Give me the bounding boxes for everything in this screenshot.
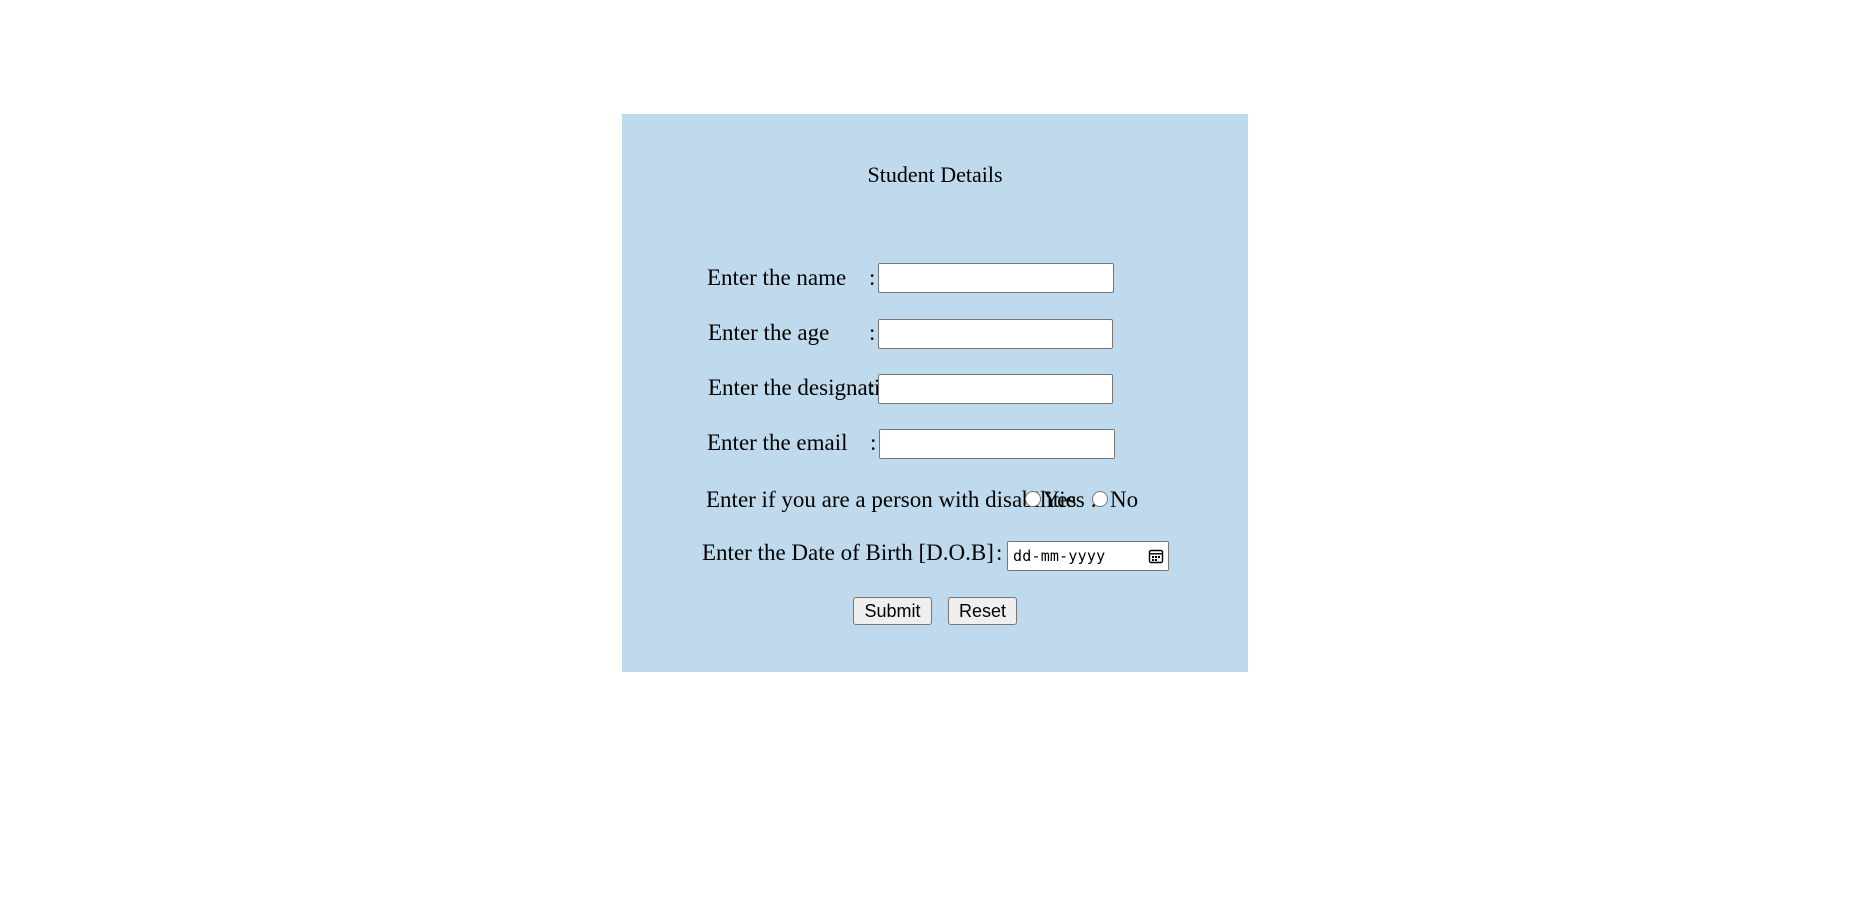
name-input[interactable]	[878, 263, 1114, 293]
designation-input[interactable]	[878, 374, 1113, 404]
email-input[interactable]	[879, 429, 1115, 459]
designation-colon: :	[869, 375, 876, 400]
calendar-icon[interactable]	[1148, 548, 1164, 564]
disability-yes-label: Yes	[1043, 487, 1077, 512]
name-colon: :	[869, 265, 876, 290]
reset-button[interactable]: Reset	[948, 597, 1017, 625]
disability-no-label: No	[1110, 487, 1139, 512]
dob-placeholder: dd-mm-yyyy	[1013, 547, 1106, 565]
submit-button[interactable]: Submit	[853, 597, 932, 625]
email-label: Enter the email	[707, 430, 848, 455]
age-label: Enter the age	[708, 320, 830, 345]
disability-yes-radio[interactable]	[1025, 491, 1041, 507]
dob-label: Enter the Date of Birth [D.O.B]	[702, 540, 994, 565]
name-label: Enter the name	[707, 265, 847, 290]
dob-input[interactable]: dd-mm-yyyy	[1007, 541, 1169, 571]
disability-no-radio[interactable]	[1092, 491, 1108, 507]
email-colon: :	[870, 430, 877, 455]
age-input[interactable]	[878, 319, 1113, 349]
age-colon: :	[869, 320, 876, 345]
student-details-form: Student Details Enter the name : Enter t…	[622, 114, 1248, 672]
form-title: Student Details	[867, 162, 1003, 187]
dob-colon: :	[996, 540, 1003, 565]
